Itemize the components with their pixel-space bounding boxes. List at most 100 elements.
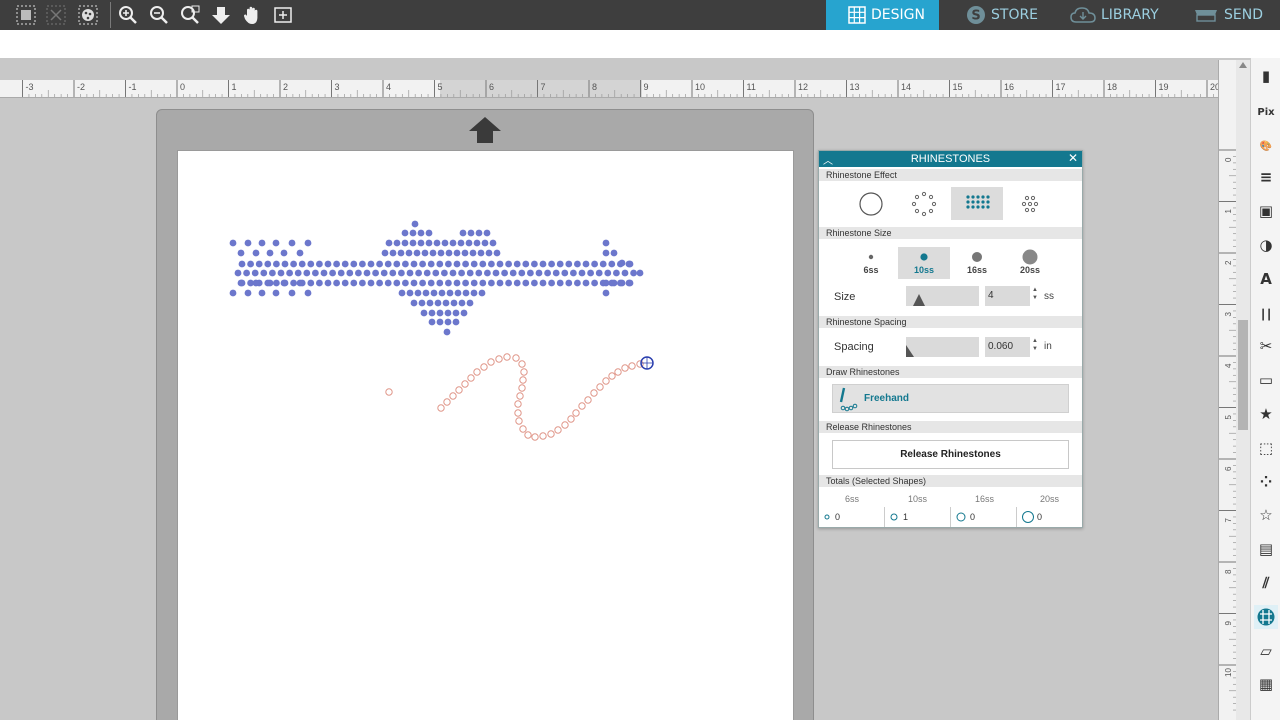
pixscan-icon[interactable]: Pix	[1254, 98, 1278, 122]
spacing-spinner-icon[interactable]: ▲ ▼	[1032, 337, 1040, 353]
size-value-field[interactable]: 4	[985, 286, 1030, 306]
svg-text:⁘: ⁘	[1260, 473, 1273, 491]
ruler-label: 8	[1224, 569, 1233, 574]
offset-icon[interactable]: ⬚	[1254, 436, 1278, 460]
stone-20ss-outline-icon	[1022, 511, 1034, 523]
ruler-label: 6	[1224, 466, 1233, 471]
svg-text:▦: ▦	[1259, 675, 1273, 693]
effect-scatter-button[interactable]	[1004, 187, 1056, 220]
stone-10ss-outline-icon	[890, 513, 898, 521]
ungroup-icon[interactable]	[44, 3, 68, 27]
slider-thumb-icon[interactable]	[906, 345, 916, 357]
size-16ss-button[interactable]: 16ss	[951, 247, 1003, 279]
ruler-label: 7	[1224, 518, 1233, 523]
layers-icon[interactable]: ▤	[1254, 537, 1278, 561]
fill-palette-icon[interactable]: 🎨	[1254, 132, 1278, 156]
stone-16ss-icon	[972, 252, 982, 262]
close-icon[interactable]: ✕	[1068, 151, 1078, 165]
tab-design-label: DESIGN	[871, 7, 925, 23]
fill-icon[interactable]	[76, 3, 100, 27]
page-setup-icon[interactable]: ▮	[1254, 64, 1278, 88]
size-slider[interactable]	[906, 286, 979, 306]
slider-thumb-icon[interactable]	[913, 294, 925, 306]
release-rhinestones-button[interactable]: Release Rhinestones	[832, 440, 1069, 469]
zoom-selection-icon[interactable]	[178, 3, 202, 27]
tab-store[interactable]: S STORE	[939, 0, 1057, 30]
tab-send[interactable]: SEND	[1185, 0, 1280, 30]
scroll-up-arrow[interactable]	[1239, 62, 1247, 68]
fit-to-window-icon[interactable]	[209, 3, 233, 27]
zoom-in-icon[interactable]	[116, 3, 140, 27]
ruler-label: 19	[1159, 82, 1169, 92]
store-s-icon: S	[967, 6, 985, 24]
size-10ss-label: 10ss	[913, 265, 935, 275]
svg-text:⫽: ⫽	[1262, 574, 1270, 592]
rhinestone-icon[interactable]: ⁘	[1254, 470, 1278, 494]
line-style-icon[interactable]: ≡	[1254, 165, 1278, 189]
ruler-label: 7	[541, 82, 546, 92]
vertical-ruler: 0 1 2 3 4 5 6 7 8 9 10	[1218, 60, 1236, 720]
effect-single-outline-button[interactable]	[845, 187, 897, 220]
scrollbar-thumb[interactable]	[1238, 320, 1248, 430]
svg-text:▤: ▤	[1259, 540, 1273, 558]
size-20ss-button[interactable]: 20ss	[1004, 247, 1056, 279]
horizontal-ruler: -3-2-101234567891011121314151617181920	[0, 80, 1218, 98]
ruler-label: 17	[1056, 82, 1066, 92]
effect-fill-grid-button[interactable]	[951, 187, 1003, 220]
knife-icon[interactable]: ✂	[1254, 334, 1278, 358]
add-page-icon[interactable]	[271, 3, 295, 27]
trace-icon[interactable]: ▣	[1254, 199, 1278, 223]
size-unit-label: ss	[1044, 291, 1054, 302]
single-outline-icon	[859, 191, 883, 216]
ruler-label: 9	[1224, 621, 1233, 626]
section-rhinestone-size: Rhinestone Size	[819, 227, 1082, 239]
totals-cell-10ss: 1	[885, 507, 951, 527]
spacing-slider[interactable]	[906, 337, 979, 357]
tab-library[interactable]: LIBRARY	[1057, 0, 1185, 30]
favorites-star-icon[interactable]: ★	[1254, 402, 1278, 426]
pan-hand-icon[interactable]	[240, 3, 264, 27]
ruler-label: 4	[1224, 363, 1233, 368]
ruler-label: 4	[386, 82, 391, 92]
freehand-button[interactable]: Freehand	[832, 384, 1069, 413]
ruler-label: 18	[1107, 82, 1117, 92]
replicate-icon[interactable]: ▭	[1254, 368, 1278, 392]
total-16ss-value: 0	[970, 512, 976, 522]
ruler-label: 16	[1004, 82, 1014, 92]
size-10ss-button[interactable]: 10ss	[898, 247, 950, 279]
section-release-rhinestones: Release Rhinestones	[819, 421, 1082, 433]
size-spinner-icon[interactable]: ▲ ▼	[1032, 286, 1040, 302]
top-toolbar: DESIGN S STORE LIBRARY SEND	[0, 0, 1280, 30]
svg-text:⬚: ⬚	[1259, 439, 1273, 457]
zoom-out-icon[interactable]	[147, 3, 171, 27]
stone-6ss-icon	[868, 254, 874, 260]
send-to-icon[interactable]: ▱	[1254, 639, 1278, 663]
stone-16ss-outline-icon	[956, 512, 966, 522]
design-page[interactable]	[177, 150, 794, 720]
rhinestone-active-icon[interactable]	[1254, 604, 1278, 629]
transparency-icon[interactable]: ◑	[1254, 233, 1278, 257]
spacing-value-field[interactable]: 0.060	[985, 337, 1030, 357]
totals-cell-6ss: 0	[819, 507, 885, 527]
text-style-icon[interactable]: A	[1254, 267, 1278, 291]
svg-text:≡: ≡	[1260, 168, 1273, 186]
effect-ring-outline-button[interactable]	[898, 187, 950, 220]
panel-titlebar[interactable]: ︿ RHINESTONES ✕	[819, 151, 1082, 167]
workspace-top	[0, 58, 1250, 80]
sketch-icon[interactable]: ⫽	[1254, 571, 1278, 595]
size-20ss-label: 20ss	[1019, 265, 1041, 275]
ruler-label: 2	[1224, 260, 1233, 265]
group-select-icon[interactable]	[14, 3, 38, 27]
total-10ss-value: 1	[903, 512, 909, 522]
collapse-chevron-icon[interactable]: ︿	[823, 152, 833, 167]
align-icon[interactable]: ┃┃	[1254, 301, 1278, 325]
page-grid-icon[interactable]: ▦	[1254, 672, 1278, 696]
size-6ss-button[interactable]: 6ss	[845, 247, 897, 279]
vertical-scrollbar[interactable]	[1236, 60, 1250, 720]
tab-design[interactable]: DESIGN	[826, 0, 939, 30]
totals-header-20ss: 20ss	[1040, 494, 1060, 504]
svg-text:A: A	[1260, 270, 1272, 288]
size-16ss-label: 16ss	[966, 265, 988, 275]
spacing-row-label: Spacing	[834, 341, 874, 353]
library-star-icon[interactable]: ☆	[1254, 503, 1278, 527]
